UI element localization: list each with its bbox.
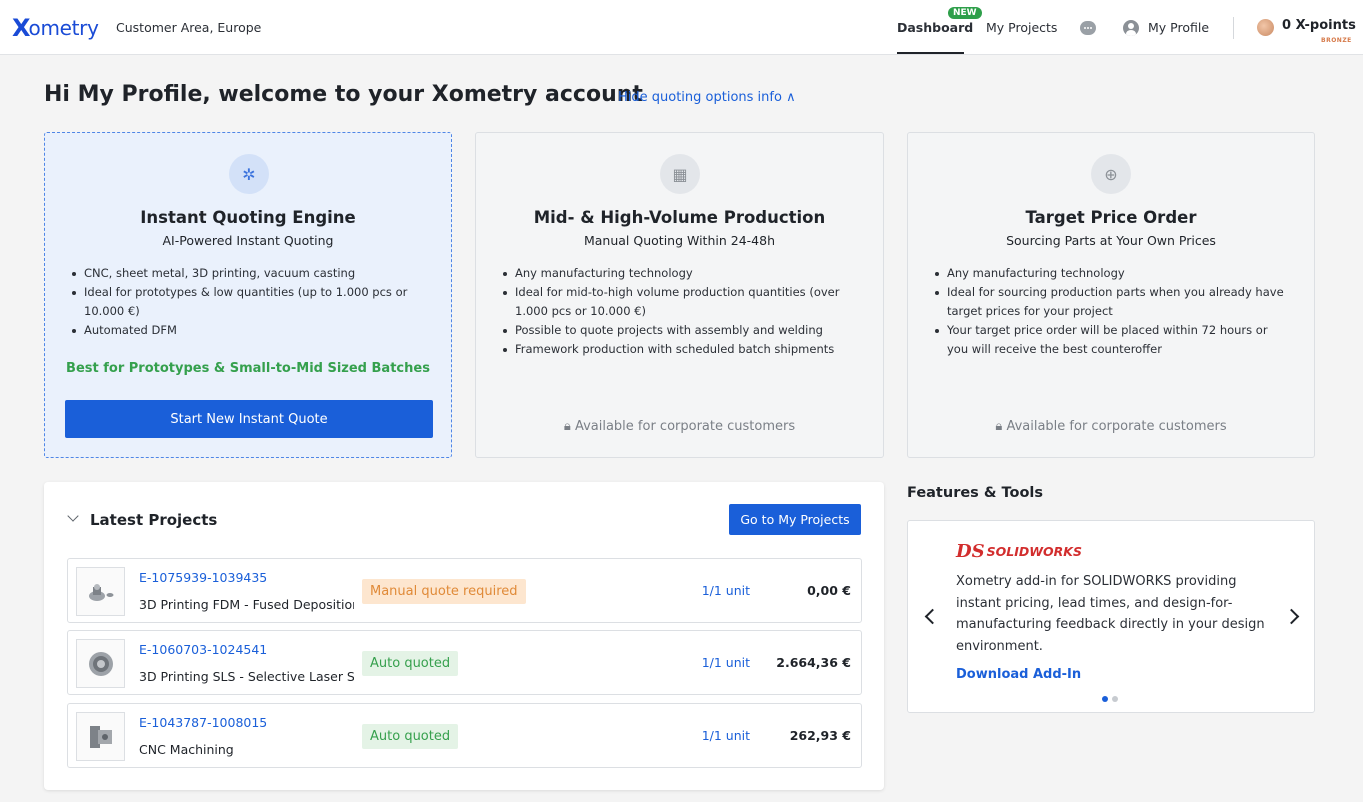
- part-thumbnail: [76, 639, 125, 688]
- lock-icon: 🔒︎: [995, 419, 1007, 434]
- card-instant-quoting: ✲ Instant Quoting Engine AI-Powered Inst…: [44, 132, 452, 458]
- carousel-dot[interactable]: [1112, 696, 1118, 702]
- chat-icon[interactable]: [1080, 21, 1096, 35]
- features-carousel: DS SOLIDWORKS Xometry add-in for SOLIDWOR…: [907, 520, 1315, 713]
- project-description: 3D Printing FDM - Fused Deposition Model…: [139, 597, 354, 612]
- nav-my-profile[interactable]: My Profile: [1148, 20, 1209, 35]
- project-price: 2.664,36 €: [776, 655, 851, 670]
- target-icon: ⊕: [1091, 154, 1131, 194]
- nav-divider: [1233, 17, 1234, 39]
- list-item: Automated DFM: [69, 321, 429, 340]
- card-availability: 🔒︎ Available for corporate customers: [563, 419, 796, 434]
- card-bullets: Any manufacturing technology Ideal for s…: [932, 264, 1292, 359]
- collapse-chevron-icon[interactable]: [67, 510, 79, 522]
- card-title: Target Price Order: [1025, 208, 1197, 227]
- project-id-link[interactable]: E-1060703-1024541: [139, 642, 267, 657]
- card-mid-high-volume: ▦ Mid- & High-Volume Production Manual Q…: [475, 132, 884, 458]
- card-best-for: Best for Prototypes & Small-to-Mid Sized…: [66, 361, 430, 376]
- card-target-price: ⊕ Target Price Order Sourcing Parts at Y…: [907, 132, 1315, 458]
- carousel-dots: [1102, 696, 1118, 702]
- list-item: Ideal for sourcing production parts when…: [932, 283, 1292, 321]
- solidworks-logo: DS SOLIDWORKS: [956, 541, 1082, 562]
- status-badge: Auto quoted: [362, 651, 459, 676]
- part-sls-icon: [88, 651, 113, 676]
- table-row[interactable]: E-1075939-1039435 3D Printing FDM - Fuse…: [67, 558, 862, 623]
- part-cnc-icon: [89, 725, 112, 748]
- card-title: Mid- & High-Volume Production: [533, 208, 826, 227]
- start-instant-quote-button[interactable]: Start New Instant Quote: [65, 400, 433, 438]
- list-item: Any manufacturing technology: [500, 264, 860, 283]
- card-subtitle: Manual Quoting Within 24-48h: [583, 233, 775, 248]
- nav-active-indicator: [897, 52, 964, 54]
- status-badge: Auto quoted: [362, 724, 459, 749]
- top-header: Xometry Customer Area, Europe Dashboard …: [0, 0, 1363, 55]
- part-thumbnail: [76, 567, 125, 616]
- profile-icon[interactable]: [1123, 20, 1139, 36]
- list-item: CNC, sheet metal, 3D printing, vacuum ca…: [69, 264, 429, 283]
- lock-icon: 🔒︎: [563, 419, 575, 434]
- list-item: Framework production with scheduled batc…: [500, 340, 860, 359]
- hide-quoting-info-link[interactable]: Hide quoting options info ∧: [618, 90, 796, 105]
- nav-my-projects[interactable]: My Projects: [986, 20, 1057, 35]
- feature-description: Xometry add-in for SOLIDWORKS providing …: [956, 574, 1265, 654]
- project-price: 0,00 €: [807, 583, 851, 598]
- latest-projects-panel: Latest Projects Go to My Projects E-1075…: [44, 482, 884, 790]
- list-item: Possible to quote projects with assembly…: [500, 321, 860, 340]
- carousel-next-icon[interactable]: [1283, 608, 1300, 625]
- carousel-prev-icon[interactable]: [924, 608, 941, 625]
- new-badge: NEW: [948, 7, 982, 19]
- part-thumbnail: [76, 712, 125, 761]
- card-subtitle: Sourcing Parts at Your Own Prices: [1006, 233, 1216, 248]
- card-bullets: CNC, sheet metal, 3D printing, vacuum ca…: [69, 264, 429, 340]
- project-price: 262,93 €: [789, 728, 851, 743]
- card-subtitle: AI-Powered Instant Quoting: [162, 233, 334, 248]
- list-item: Ideal for mid-to-high volume production …: [500, 283, 860, 321]
- unit-count[interactable]: 1/1 unit: [676, 655, 750, 670]
- status-badge: Manual quote required: [362, 579, 526, 604]
- card-availability: 🔒︎ Available for corporate customers: [995, 419, 1227, 434]
- instant-quote-icon: ✲: [229, 154, 269, 194]
- part-fdm-icon: [88, 583, 113, 601]
- table-row[interactable]: E-1060703-1024541 3D Printing SLS - Sele…: [67, 630, 862, 695]
- features-tools-title: Features & Tools: [907, 485, 1044, 501]
- project-id-link[interactable]: E-1043787-1008015: [139, 715, 267, 730]
- carousel-dot[interactable]: [1102, 696, 1108, 702]
- xometry-logo[interactable]: Xometry: [12, 14, 99, 42]
- card-title: Instant Quoting Engine: [140, 208, 356, 227]
- customer-area-label: Customer Area, Europe: [116, 20, 262, 35]
- list-item: Your target price order will be placed w…: [932, 321, 1292, 359]
- x-points-balance[interactable]: 0 X-points: [1282, 18, 1356, 33]
- page-title: Hi My Profile, welcome to your Xometry a…: [44, 82, 643, 107]
- x-points-coin-icon: [1257, 19, 1274, 36]
- download-add-in-link[interactable]: Download Add-In: [956, 667, 1081, 682]
- project-description: CNC Machining: [139, 742, 234, 757]
- project-description: 3D Printing SLS - Selective Laser Sinter…: [139, 669, 354, 684]
- go-to-my-projects-button[interactable]: Go to My Projects: [729, 504, 861, 535]
- latest-projects-title: Latest Projects: [90, 511, 218, 529]
- card-bullets: Any manufacturing technology Ideal for m…: [500, 264, 860, 359]
- list-item: Any manufacturing technology: [932, 264, 1292, 283]
- production-line-icon: ▦: [660, 154, 700, 194]
- table-row[interactable]: E-1043787-1008015 CNC Machining Auto quo…: [67, 703, 862, 768]
- nav-dashboard[interactable]: Dashboard: [897, 20, 973, 35]
- unit-count[interactable]: 1/1 unit: [676, 728, 750, 743]
- list-item: Ideal for prototypes & low quantities (u…: [69, 283, 429, 321]
- project-id-link[interactable]: E-1075939-1039435: [139, 570, 267, 585]
- unit-count[interactable]: 1/1 unit: [676, 583, 750, 598]
- tier-label: BRONZE: [1321, 37, 1352, 44]
